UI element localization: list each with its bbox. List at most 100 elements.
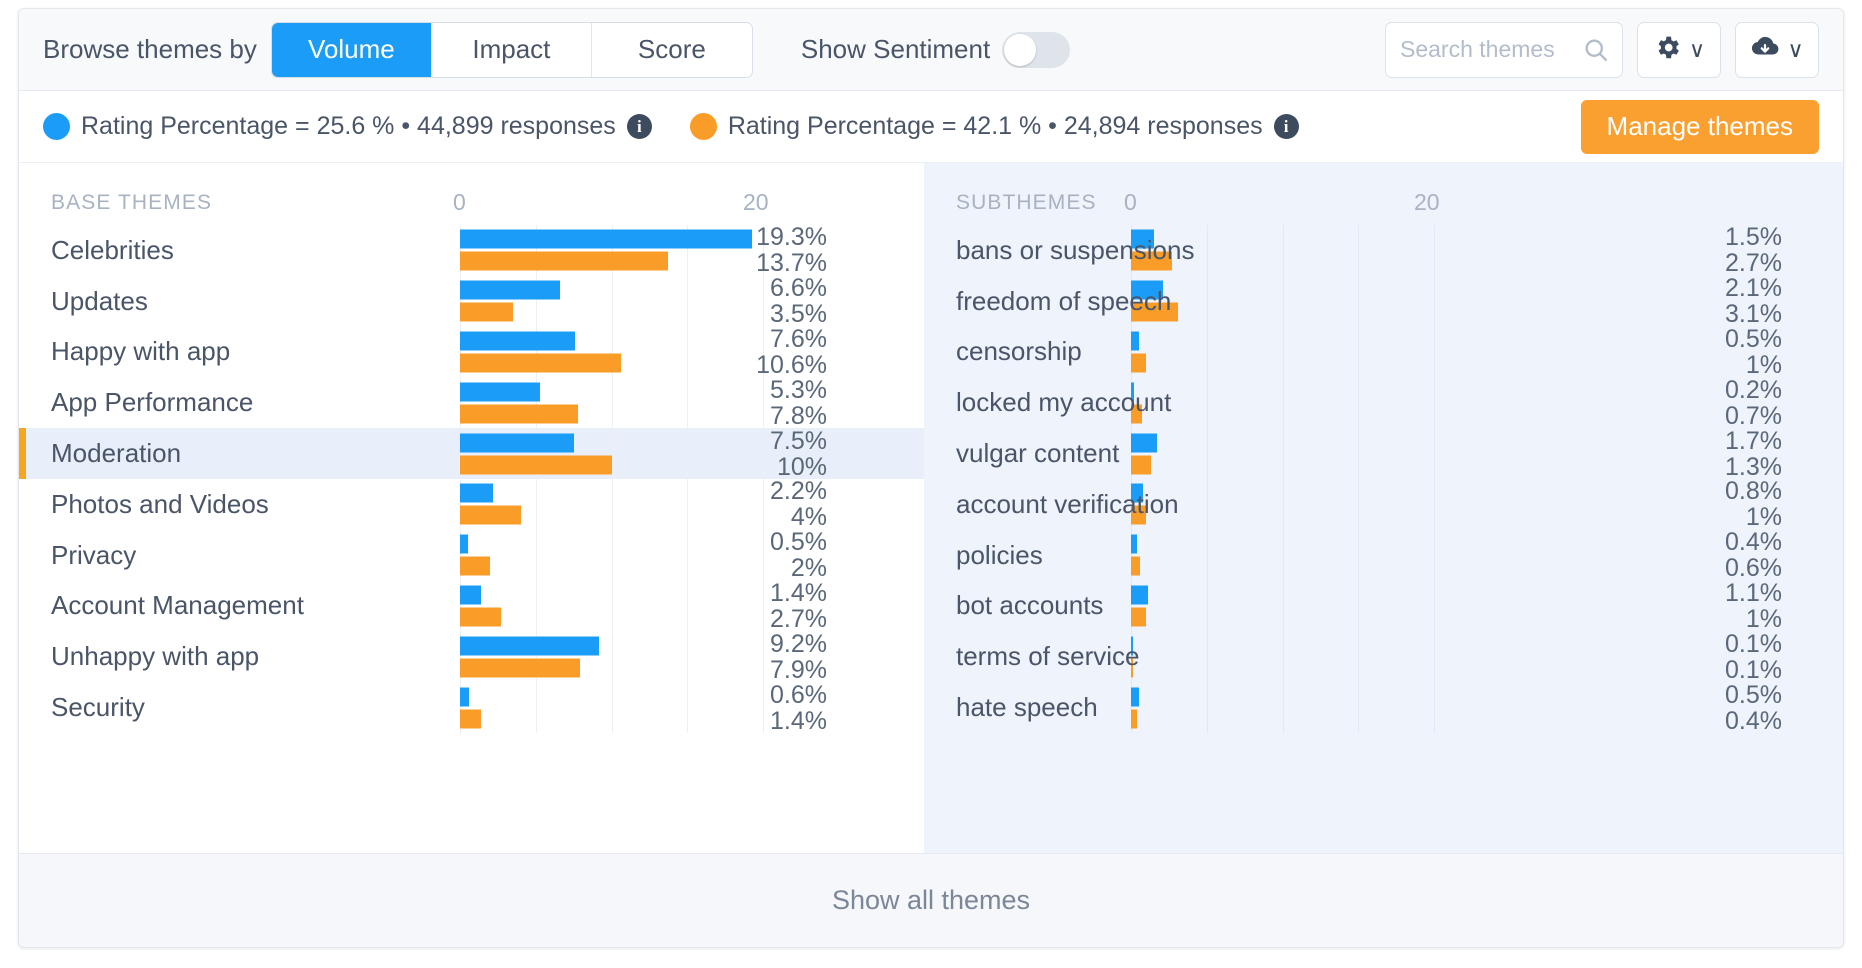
table-row[interactable]: vulgar content 1.7% 1.3%: [924, 428, 1843, 480]
bar-group: [1131, 585, 1434, 627]
table-row[interactable]: terms of service 0.1% 0.1%: [924, 629, 1843, 683]
value-orange: 10%: [776, 452, 827, 481]
value-orange: 1%: [1745, 604, 1782, 633]
tab-impact[interactable]: Impact: [431, 22, 592, 77]
table-row[interactable]: locked my account 0.2% 0.7%: [924, 377, 1843, 429]
bar-series-orange[interactable]: [1131, 455, 1151, 475]
row-value-labels: 1.5% 2.7%: [1634, 224, 1782, 276]
bar-series-blue[interactable]: [460, 280, 560, 300]
bar-series-blue[interactable]: [460, 585, 482, 605]
row-value-labels: 9.2% 7.9%: [679, 631, 827, 683]
gear-icon: [1653, 33, 1682, 67]
bar-series-blue[interactable]: [1131, 331, 1139, 351]
legend-dot-blue: [43, 113, 70, 140]
row-value-labels: 7.5% 10%: [679, 428, 827, 480]
table-row[interactable]: Updates 6.6% 3.5%: [19, 274, 924, 329]
info-icon[interactable]: i: [1273, 114, 1299, 139]
theme-name-label: Updates: [51, 285, 148, 316]
value-blue: 0.4%: [1725, 528, 1782, 557]
search-themes-box[interactable]: [1385, 21, 1623, 78]
bar-series-blue[interactable]: [1131, 433, 1157, 453]
sub-axis-tick-max: 20: [1414, 189, 1440, 215]
value-blue: 0.1%: [1725, 629, 1782, 658]
bar-series-orange[interactable]: [460, 455, 612, 475]
theme-name-label: Privacy: [51, 539, 137, 570]
value-blue: 5.3%: [770, 375, 827, 404]
base-themes-rows: Celebrities 19.3% 13.7% Updates 6.6% 3.5% Happ…: [19, 224, 924, 734]
bar-plot-cell: [1131, 682, 1435, 733]
theme-name-label: Unhappy with app: [51, 641, 260, 672]
row-value-labels: 1.4% 2.7%: [679, 580, 827, 632]
bar-series-blue[interactable]: [1131, 534, 1138, 554]
table-row[interactable]: Account Management 1.4% 2.7%: [19, 580, 924, 632]
legend-item-blue[interactable]: Rating Percentage = 25.6 % • 44,899 resp…: [43, 112, 652, 141]
value-orange: 3.5%: [770, 300, 827, 329]
info-icon[interactable]: i: [626, 114, 652, 139]
value-orange: 4%: [790, 503, 827, 532]
legend-bar: Rating Percentage = 25.6 % • 44,899 resp…: [19, 91, 1843, 163]
bar-series-orange[interactable]: [460, 302, 514, 322]
bar-series-orange[interactable]: [460, 556, 491, 576]
base-themes-header: BASE THEMES 0 20: [19, 163, 924, 225]
bar-series-orange[interactable]: [460, 505, 521, 525]
table-row[interactable]: Privacy 0.5% 2%: [19, 529, 924, 581]
show-all-themes-label: Show all themes: [831, 885, 1031, 915]
legend-item-orange[interactable]: Rating Percentage = 42.1 % • 24,894 resp…: [689, 112, 1299, 141]
table-row[interactable]: Security 0.6% 1.4%: [19, 682, 924, 734]
table-row[interactable]: freedom of speech 2.1% 3.1%: [924, 275, 1843, 327]
manage-themes-button[interactable]: Manage themes: [1580, 99, 1819, 154]
table-row[interactable]: Happy with app 7.6% 10.6%: [19, 326, 924, 378]
toolbar: Browse themes by Volume Impact Score Sho…: [19, 9, 1843, 91]
browse-mode-segmented-control[interactable]: Volume Impact Score: [270, 21, 753, 78]
tab-score[interactable]: Score: [591, 22, 752, 77]
bar-series-blue[interactable]: [460, 331, 576, 351]
base-axis-tick-max: 20: [743, 189, 769, 215]
bar-series-orange[interactable]: [1131, 556, 1141, 576]
settings-dropdown-button[interactable]: ∨: [1637, 21, 1721, 78]
theme-name-label: censorship: [956, 336, 1082, 367]
bar-group: [1131, 687, 1434, 729]
bar-series-blue[interactable]: [460, 534, 468, 554]
table-row[interactable]: Unhappy with app 9.2% 7.9%: [19, 631, 924, 683]
bar-series-orange[interactable]: [1131, 353, 1147, 373]
table-row[interactable]: account verification 0.8% 1%: [924, 478, 1843, 530]
table-row[interactable]: Celebrities 19.3% 13.7%: [19, 224, 924, 276]
value-blue: 6.6%: [770, 274, 827, 303]
chevron-down-icon: ∨: [1787, 36, 1804, 62]
bar-series-orange[interactable]: [460, 658, 580, 678]
bar-series-blue[interactable]: [460, 687, 470, 707]
download-dropdown-button[interactable]: ∨: [1735, 21, 1819, 78]
bar-series-orange[interactable]: [460, 251, 668, 271]
bar-series-blue[interactable]: [1131, 585, 1148, 605]
bar-series-orange[interactable]: [460, 607, 501, 627]
search-input[interactable]: [1400, 36, 1608, 63]
bar-series-orange[interactable]: [460, 404, 579, 424]
bar-series-blue[interactable]: [460, 483, 494, 503]
bar-series-orange[interactable]: [460, 709, 482, 729]
bar-series-blue[interactable]: [460, 382, 541, 402]
table-row[interactable]: bans or suspensions 1.5% 2.7%: [924, 224, 1843, 276]
subthemes-panel: SUBTHEMES 0 20 bans or suspensions 1.5% 2.…: [924, 163, 1843, 853]
value-orange: 2.7%: [1725, 249, 1782, 278]
bar-series-orange[interactable]: [1131, 607, 1147, 627]
table-row[interactable]: App Performance 5.3% 7.8%: [19, 375, 924, 429]
bar-plot-cell: [1131, 428, 1435, 479]
table-row[interactable]: hate speech 0.5% 0.4%: [924, 682, 1843, 734]
show-all-themes-button[interactable]: Show all themes: [19, 853, 1843, 947]
bar-series-blue[interactable]: [460, 433, 574, 453]
table-row[interactable]: Moderation 7.5% 10%: [19, 428, 924, 480]
row-value-labels: 19.3% 13.7%: [679, 224, 827, 276]
theme-name-label: account verification: [956, 488, 1179, 519]
charts-area: BASE THEMES 0 20 Celebrities 19.3% 13.7% Up…: [19, 163, 1843, 853]
show-sentiment-toggle[interactable]: [1002, 31, 1071, 68]
bar-series-orange[interactable]: [1131, 709, 1138, 729]
table-row[interactable]: Photos and Videos 2.2% 4%: [19, 478, 924, 532]
table-row[interactable]: censorship 0.5% 1%: [924, 326, 1843, 378]
theme-name-label: hate speech: [956, 692, 1098, 723]
bar-series-blue[interactable]: [460, 636, 600, 656]
bar-series-orange[interactable]: [460, 353, 621, 373]
tab-volume[interactable]: Volume: [271, 22, 432, 77]
table-row[interactable]: bot accounts 1.1% 1%: [924, 580, 1843, 633]
table-row[interactable]: policies 0.4% 0.6%: [924, 528, 1843, 581]
bar-series-blue[interactable]: [1131, 687, 1139, 707]
